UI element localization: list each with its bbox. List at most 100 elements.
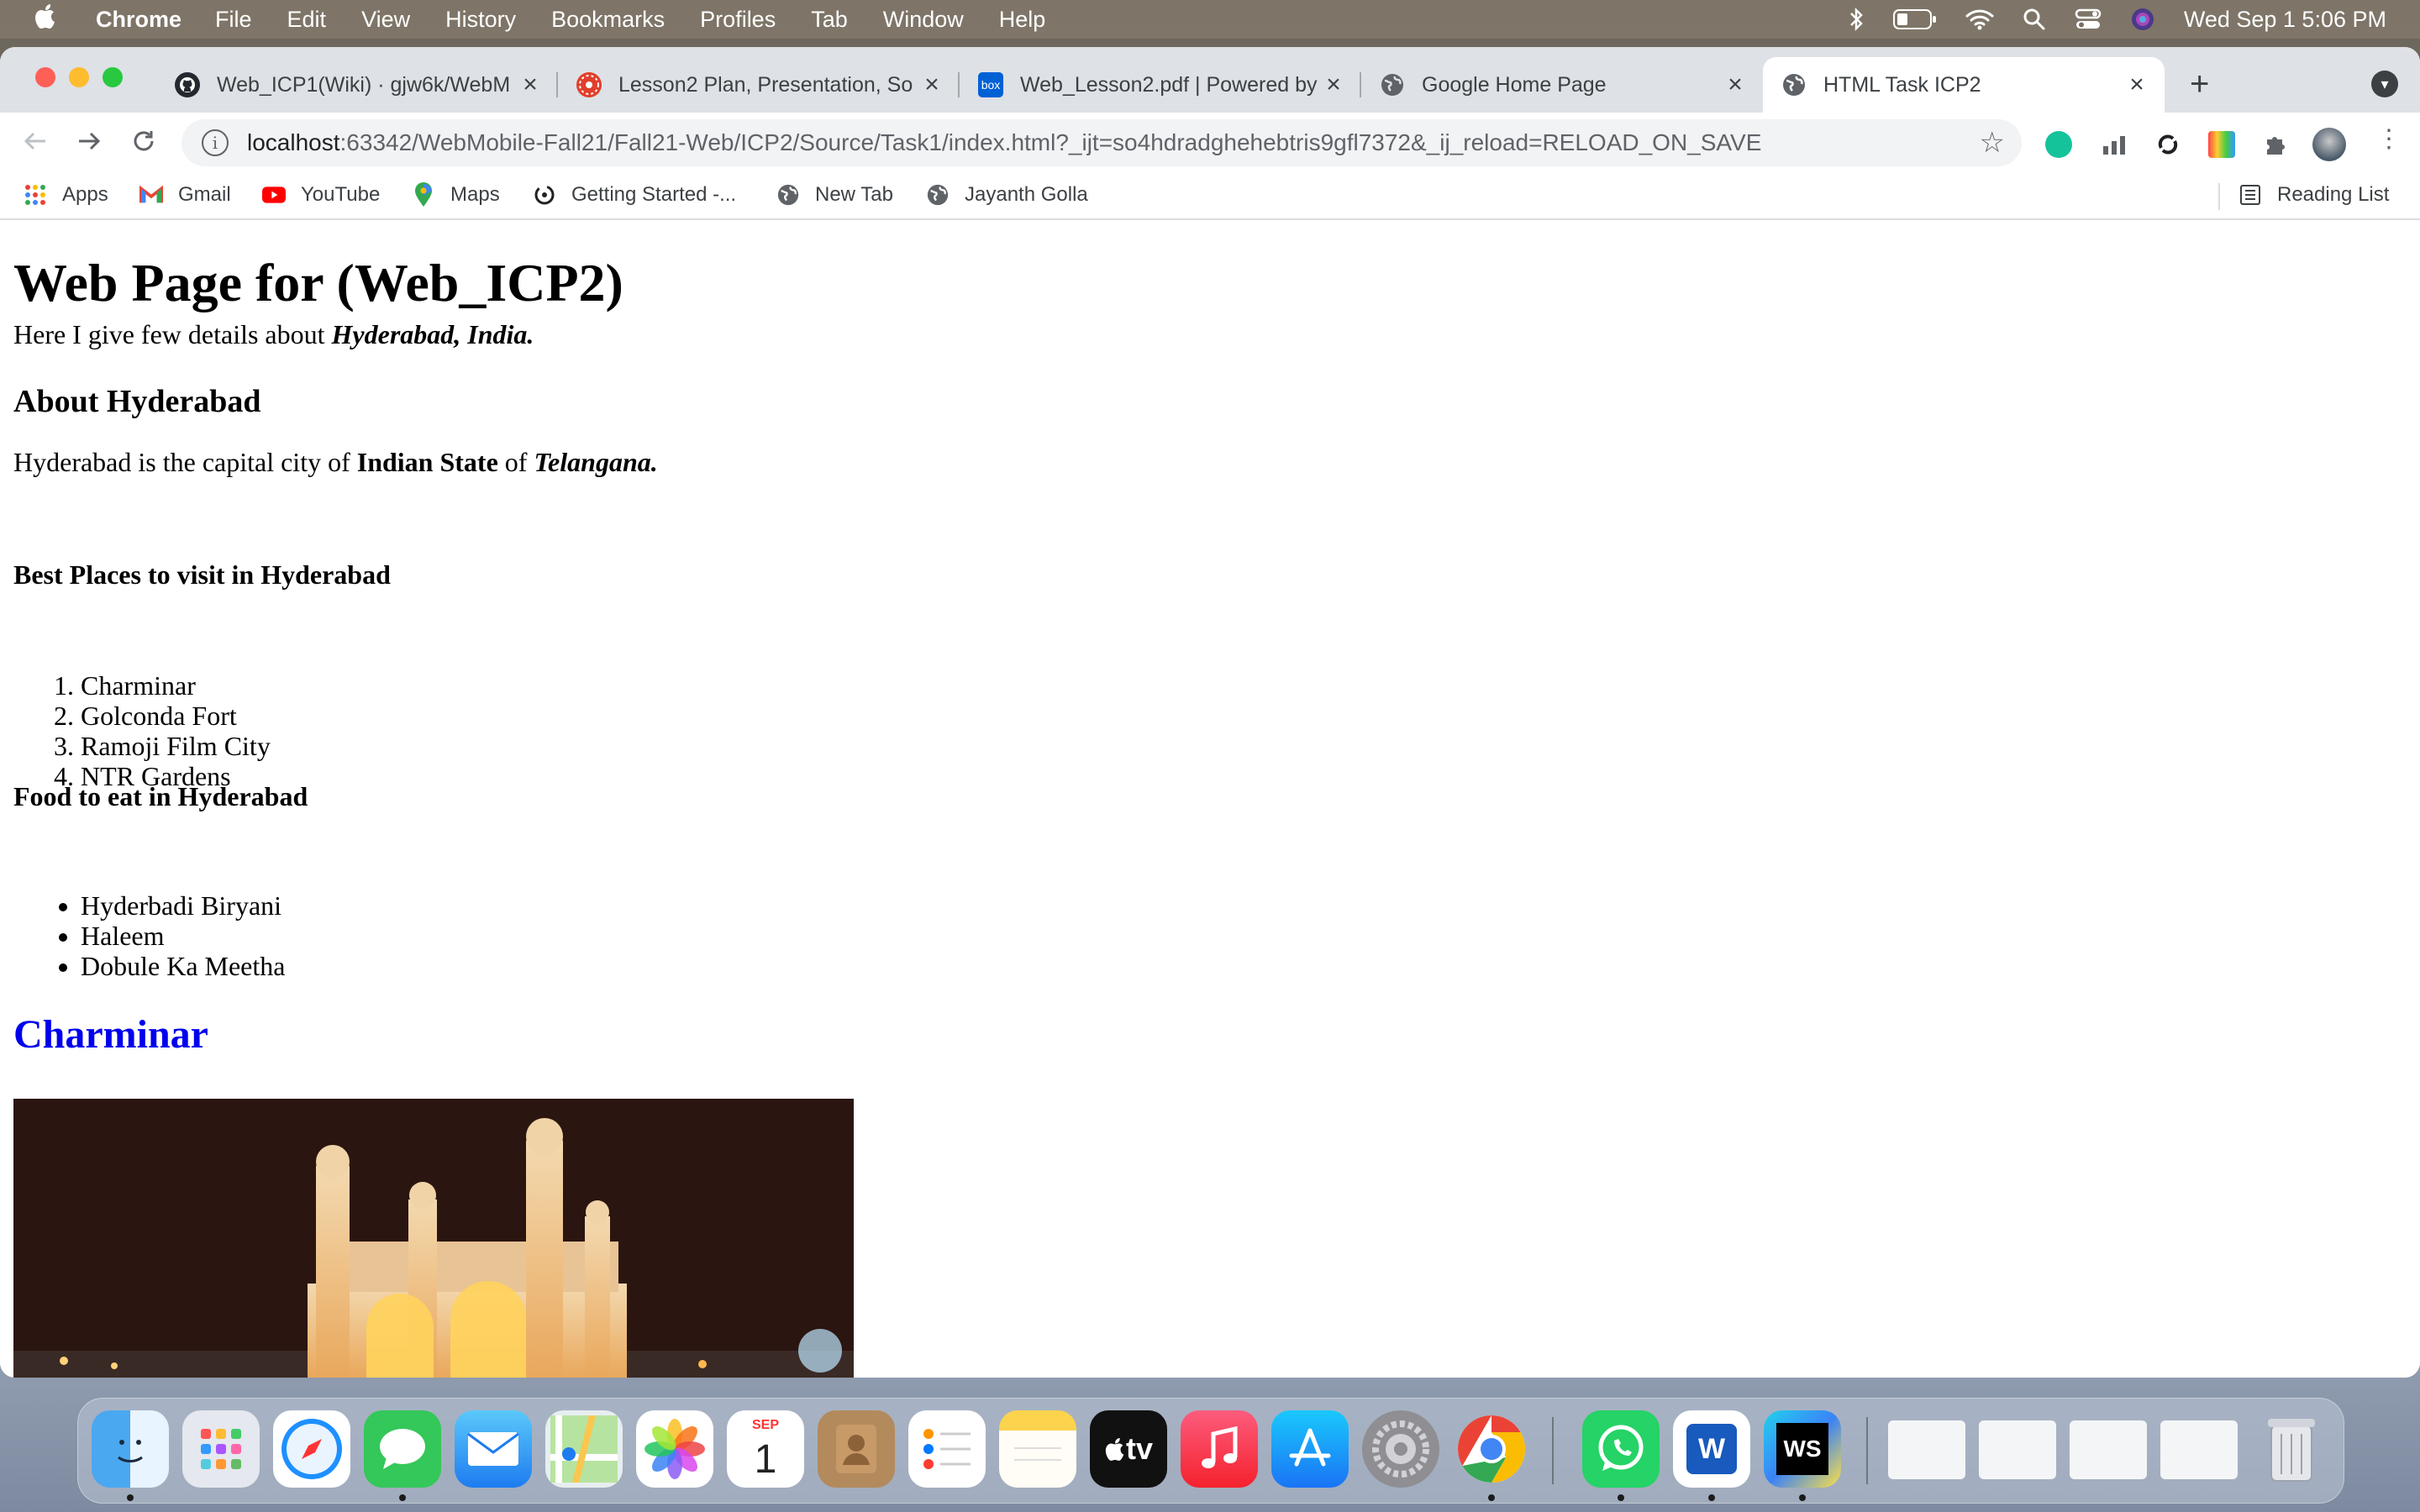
bookmark-maps[interactable]: Maps — [412, 182, 500, 207]
finder-icon[interactable] — [92, 1410, 169, 1488]
menu-bar-clock[interactable]: Wed Sep 1 5:06 PM — [2184, 7, 2386, 33]
menu-help[interactable]: Help — [999, 7, 1046, 33]
tab-search-chevron-icon[interactable]: ▾ — [2371, 71, 2398, 97]
globe-icon — [776, 183, 800, 207]
profile-avatar[interactable] — [2312, 128, 2346, 161]
color-extension-icon[interactable] — [2208, 131, 2235, 158]
minimized-window-thumbnail[interactable] — [1888, 1420, 1965, 1479]
running-indicator — [1708, 1494, 1715, 1501]
tab-web-lesson2-pdf[interactable]: box Web_Lesson2.pdf | Powered by × — [960, 57, 1361, 113]
menu-profiles[interactable]: Profiles — [700, 7, 776, 33]
maps-icon[interactable] — [545, 1410, 623, 1488]
whatsapp-icon[interactable] — [1582, 1410, 1660, 1488]
bookmark-star-icon[interactable]: ☆ — [1980, 126, 2005, 160]
bookmark-getting-started[interactable]: Getting Started -... — [533, 183, 736, 207]
minimized-window-thumbnail[interactable] — [2070, 1420, 2147, 1479]
menu-bookmarks[interactable]: Bookmarks — [551, 7, 665, 33]
about-heading: About Hyderabad — [13, 384, 261, 419]
new-tab-button[interactable]: + — [2190, 67, 2209, 101]
reading-list-button[interactable]: Reading List — [2238, 183, 2389, 207]
microsoft-word-icon[interactable]: W — [1673, 1410, 1750, 1488]
app-store-icon[interactable] — [1271, 1410, 1349, 1488]
launchpad-icon[interactable] — [182, 1410, 260, 1488]
menu-edit[interactable]: Edit — [287, 7, 327, 33]
contacts-icon[interactable] — [818, 1410, 895, 1488]
tab-lesson2-plan[interactable]: Lesson2 Plan, Presentation, So × — [558, 57, 960, 113]
forward-arrow-icon[interactable] — [76, 124, 103, 165]
close-tab-icon[interactable]: × — [919, 71, 944, 99]
photos-icon[interactable] — [636, 1410, 713, 1488]
tab-web-icp1-wiki[interactable]: Web_ICP1(Wiki) · gjw6k/WebM × — [156, 57, 558, 113]
intro-paragraph: Here I give few details about Hyderabad,… — [13, 319, 534, 350]
address-bar[interactable]: i localhost:63342/WebMobile-Fall21/Fall2… — [182, 119, 2022, 166]
minimized-window-thumbnail[interactable] — [2160, 1420, 2238, 1479]
menu-window[interactable]: Window — [883, 7, 964, 33]
back-arrow-icon[interactable] — [22, 124, 49, 165]
safari-icon[interactable] — [273, 1410, 350, 1488]
menu-view[interactable]: View — [361, 7, 410, 33]
running-indicator — [399, 1494, 406, 1501]
tab-title: Lesson2 Plan, Presentation, So — [618, 72, 913, 97]
food-list: Hyderbadi Biryani Haleem Dobule Ka Meeth… — [13, 890, 285, 981]
webstorm-icon[interactable]: WS — [1764, 1410, 1841, 1488]
about-text-d: Telangana. — [534, 447, 658, 477]
bookmark-youtube[interactable]: YouTube — [262, 183, 380, 207]
dock-divider — [1866, 1417, 1868, 1484]
menu-app-name[interactable]: Chrome — [96, 7, 182, 33]
grammarly-extension-icon[interactable] — [2045, 131, 2072, 158]
trash-icon[interactable] — [2253, 1410, 2330, 1488]
bookmarks-divider — [2218, 183, 2220, 210]
charminar-photo — [13, 1099, 854, 1378]
tab-title: Web_Lesson2.pdf | Powered by — [1020, 72, 1318, 97]
close-tab-icon[interactable]: × — [1321, 71, 1346, 99]
chrome-menu-icon[interactable]: ⋮ — [2376, 123, 2402, 156]
spotlight-search-icon[interactable] — [2023, 8, 2046, 31]
mail-icon[interactable] — [455, 1410, 532, 1488]
minimize-window-button[interactable] — [69, 67, 89, 87]
menu-file[interactable]: File — [215, 7, 252, 33]
close-window-button[interactable] — [35, 67, 55, 87]
web-page-content: Web Page for (Web_ICP2) Here I give few … — [0, 220, 2420, 1378]
chrome-icon[interactable] — [1453, 1410, 1530, 1488]
reload-icon[interactable] — [129, 124, 158, 165]
intro-emphasis: Hyderabad, India. — [331, 319, 534, 349]
analytics-extension-icon[interactable] — [2101, 131, 2128, 158]
apple-tv-icon[interactable]: tv — [1090, 1410, 1167, 1488]
bookmark-gmail[interactable]: Gmail — [139, 183, 231, 207]
reminders-icon[interactable] — [908, 1410, 986, 1488]
dock-divider — [1552, 1417, 1554, 1484]
menu-history[interactable]: History — [445, 7, 516, 33]
bookmark-jayanth-golla[interactable]: Jayanth Golla — [926, 183, 1088, 207]
word-label: W — [1686, 1424, 1737, 1474]
system-preferences-icon[interactable] — [1362, 1410, 1439, 1488]
minimized-window-thumbnail[interactable] — [1979, 1420, 2056, 1479]
bookmark-apps[interactable]: Apps — [24, 183, 108, 207]
wifi-icon[interactable] — [1965, 8, 1994, 30]
list-item: Ramoji Film City — [81, 731, 271, 761]
tab-google-home-page[interactable]: Google Home Page × — [1361, 57, 1763, 113]
list-item: Hyderbadi Biryani — [81, 890, 285, 921]
extensions-puzzle-icon[interactable] — [2262, 131, 2289, 158]
battery-icon[interactable] — [1892, 8, 1937, 30]
music-icon[interactable] — [1181, 1410, 1258, 1488]
apple-icon[interactable] — [34, 3, 67, 36]
close-tab-icon[interactable]: × — [2124, 71, 2149, 99]
control-center-icon[interactable] — [2075, 8, 2102, 31]
browser-window: Web_ICP1(Wiki) · gjw6k/WebM × Lesson2 Pl… — [0, 47, 2420, 1378]
bluetooth-icon[interactable] — [1848, 7, 1865, 32]
bookmark-new-tab[interactable]: New Tab — [776, 183, 893, 207]
site-info-icon[interactable]: i — [202, 129, 229, 156]
notes-icon[interactable] — [999, 1410, 1076, 1488]
close-tab-icon[interactable]: × — [1723, 71, 1748, 99]
calendar-icon[interactable]: SEP 1 — [727, 1410, 804, 1488]
menu-tab[interactable]: Tab — [811, 7, 848, 33]
zoom-window-button[interactable] — [103, 67, 123, 87]
list-item: Golconda Fort — [81, 701, 271, 731]
siri-icon[interactable] — [2130, 7, 2155, 32]
sync-extension-icon[interactable] — [2154, 131, 2181, 158]
charminar-link[interactable]: Charminar — [13, 1011, 208, 1058]
tab-html-task-icp2[interactable]: HTML Task ICP2 × — [1763, 57, 2165, 113]
address-url[interactable]: localhost:63342/WebMobile-Fall21/Fall21-… — [247, 129, 1761, 156]
messages-icon[interactable] — [364, 1410, 441, 1488]
close-tab-icon[interactable]: × — [518, 71, 543, 99]
